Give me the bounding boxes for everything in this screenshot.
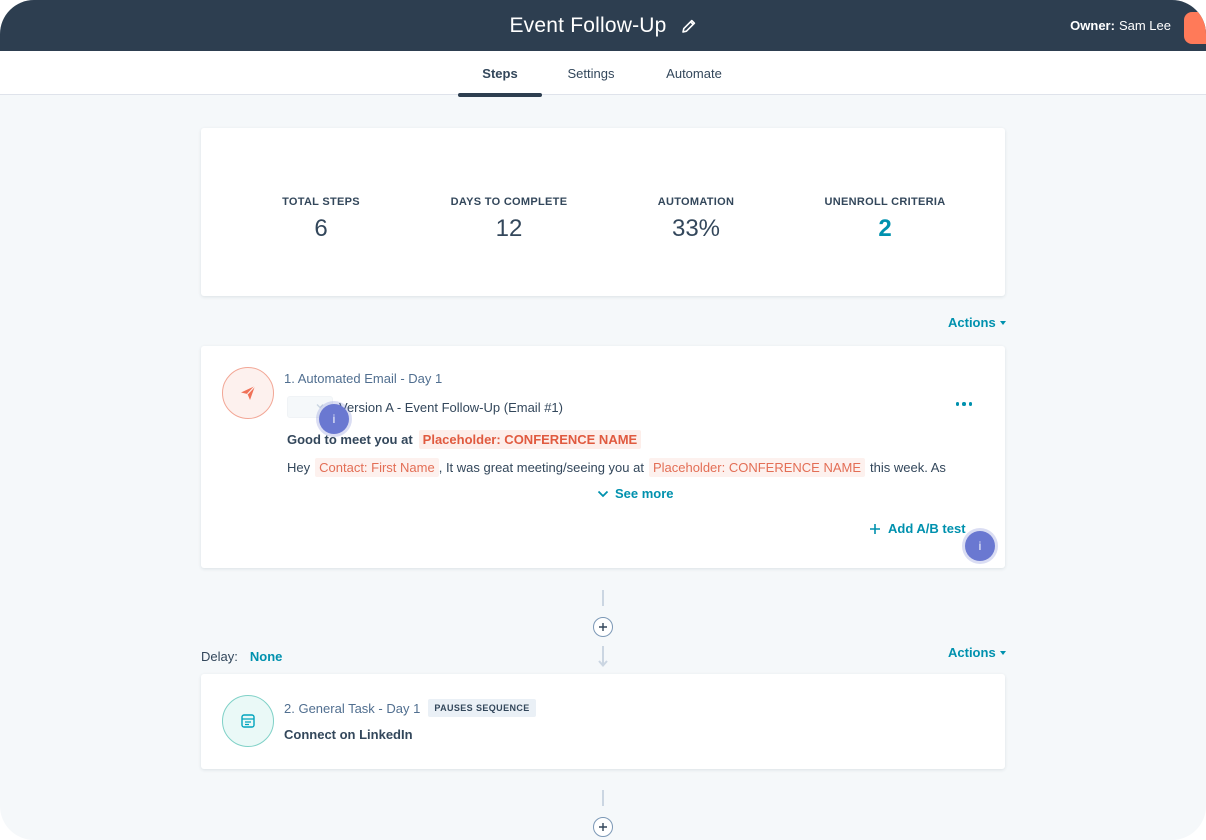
pencil-icon xyxy=(681,19,695,33)
tab-settings[interactable]: Settings xyxy=(552,51,630,95)
actions-dropdown-2[interactable]: Actions xyxy=(948,645,1006,660)
title-area: Event Follow-Up xyxy=(0,0,1206,51)
actions-label: Actions xyxy=(948,645,996,660)
stat-automation: AUTOMATION 33% xyxy=(596,196,796,243)
tab-bar: Steps Settings Automate xyxy=(0,51,1206,97)
task-name: Connect on LinkedIn xyxy=(284,727,413,742)
connector-line xyxy=(602,790,604,806)
stat-value: 12 xyxy=(495,215,523,242)
corner-badge[interactable] xyxy=(1184,12,1206,44)
owner-label: Owner: xyxy=(1070,18,1115,33)
delay-label: Delay: xyxy=(201,649,238,664)
stat-value: 33% xyxy=(671,215,721,242)
owner-info[interactable]: Owner: Sam Lee xyxy=(1070,0,1171,51)
delay-value[interactable]: None xyxy=(250,649,283,664)
caret-down-icon xyxy=(999,650,1006,655)
task-list-icon xyxy=(241,714,255,728)
stat-label: DAYS TO COMPLETE xyxy=(450,196,568,208)
plus-icon xyxy=(870,523,880,534)
step-2-card: 2. General Task - Day 1 PAUSES SEQUENCE … xyxy=(201,674,1005,769)
dot-icon xyxy=(968,402,972,406)
conference-token: Placeholder: CONFERENCE NAME xyxy=(648,458,866,477)
add-step-button[interactable] xyxy=(593,617,613,637)
stat-days-to-complete: DAYS TO COMPLETE 12 xyxy=(409,196,609,243)
connector-line xyxy=(602,590,604,606)
tab-automate[interactable]: Automate xyxy=(652,51,736,95)
caret-down-icon xyxy=(999,320,1006,325)
dot-icon xyxy=(955,402,959,406)
actions-label: Actions xyxy=(948,315,996,330)
actions-dropdown-1[interactable]: Actions xyxy=(948,315,1006,330)
email-step-icon xyxy=(222,367,274,419)
stats-card: TOTAL STEPS 6 DAYS TO COMPLETE 12 AUTOMA… xyxy=(201,128,1005,296)
tab-steps[interactable]: Steps xyxy=(458,51,542,97)
step-2-title: 2. General Task - Day 1 PAUSES SEQUENCE xyxy=(284,699,536,717)
subject-text: Good to meet you at xyxy=(287,432,413,447)
chevron-down-icon xyxy=(597,490,609,497)
plus-icon xyxy=(599,823,607,831)
add-ab-test-button[interactable]: Add A/B test xyxy=(869,521,966,536)
step-1-more-menu[interactable] xyxy=(955,402,972,406)
body-text: Hey xyxy=(287,460,311,475)
stat-value: 6 xyxy=(314,215,328,242)
version-name: Version A - Event Follow-Up (Email #1) xyxy=(339,399,563,415)
body-text: this week. As xyxy=(870,460,946,475)
stat-total-steps: TOTAL STEPS 6 xyxy=(221,196,421,243)
task-step-icon xyxy=(222,695,274,747)
plus-icon xyxy=(599,623,607,631)
see-more-label: See more xyxy=(615,486,674,501)
stat-label: TOTAL STEPS xyxy=(282,196,360,208)
arrow-down-icon xyxy=(598,646,608,668)
paper-plane-icon xyxy=(241,385,256,400)
owner-name: Sam Lee xyxy=(1118,18,1171,33)
edit-title-button[interactable] xyxy=(681,18,697,34)
stat-label: UNENROLL CRITERIA xyxy=(824,196,946,208)
stat-label: AUTOMATION xyxy=(657,196,735,208)
subject-token: Placeholder: CONFERENCE NAME xyxy=(418,430,642,449)
add-ab-test-label: Add A/B test xyxy=(888,521,966,536)
email-subject: Good to meet you at Placeholder: CONFERE… xyxy=(287,430,642,449)
step-1-title: 1. Automated Email - Day 1 xyxy=(284,371,443,386)
contact-token: Contact: First Name xyxy=(315,458,439,477)
top-bar: Event Follow-Up Owner: Sam Lee xyxy=(0,0,1206,51)
info-beacon-icon[interactable]: i xyxy=(965,531,995,561)
stat-unenroll-criteria: UNENROLL CRITERIA 2 xyxy=(785,196,985,243)
see-more-link[interactable]: See more xyxy=(597,486,674,501)
delay-row: Delay: None xyxy=(201,649,282,664)
email-body-preview: Hey Contact: First Name , It was great m… xyxy=(287,458,946,477)
pauses-sequence-badge: PAUSES SEQUENCE xyxy=(428,699,536,717)
unenroll-criteria-link[interactable]: 2 xyxy=(785,215,985,243)
app-frame: Event Follow-Up Owner: Sam Lee Steps Set… xyxy=(0,0,1206,840)
dot-icon xyxy=(962,402,966,406)
step-1-card: 1. Automated Email - Day 1 Version A - E… xyxy=(201,346,1005,568)
step-2-title-text: 2. General Task - Day 1 xyxy=(284,700,421,716)
body-text: , It was great meeting/seeing you at xyxy=(438,460,644,475)
add-step-button[interactable] xyxy=(593,817,613,837)
sequence-title: Event Follow-Up xyxy=(509,13,667,37)
